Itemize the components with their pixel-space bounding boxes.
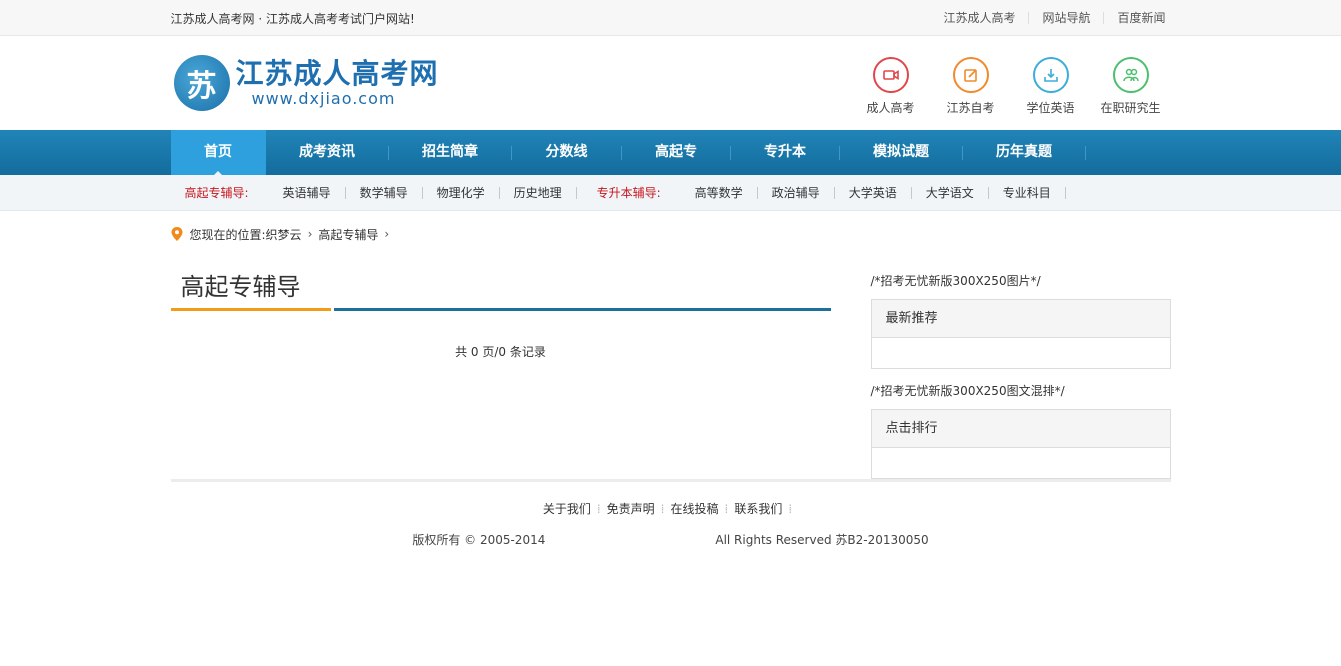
latest-recommend-box: 最新推荐 [870,299,1171,369]
box-body [871,338,1170,368]
nav-item-home[interactable]: 首页 [170,130,266,176]
nav-item-past-papers[interactable]: 历年真题 [963,130,1086,175]
logo-emblem: 苏 [173,55,230,111]
quick-link-label: 成人高考 [866,100,915,115]
box-title-ranking: 点击排行 [871,410,1170,448]
nav-item-admissions[interactable]: 招生简章 [389,130,512,175]
header: 苏 江苏成人高考网 www.dxjiao.com 成人高考 江苏自考 学位英语 … [0,36,1341,130]
copyright-text: 版权所有 © 2005-2014 [412,533,546,547]
box-body [871,448,1170,478]
subnav-item-college-english[interactable]: 大学英语 [835,187,912,199]
subnav-item-college-chinese[interactable]: 大学语文 [912,187,989,199]
site-logo[interactable]: 苏 江苏成人高考网 www.dxjiao.com [173,55,439,111]
nav-item-zhuanshengben[interactable]: 专升本 [731,130,840,175]
article-list-column: 高起专辅导 共 0 页/0 条记录 [170,271,831,479]
site-slogan: 江苏成人高考网 · 江苏成人高考考试门户网站! [170,11,415,26]
footer-link-submit[interactable]: 在线投稿 [671,502,719,516]
edit-icon [952,56,989,93]
nav-item-gaoqizhuan[interactable]: 高起专 [622,130,731,175]
top-link-baidu-news[interactable]: 百度新闻 [1103,12,1170,24]
subnav-item-history-geography[interactable]: 历史地理 [500,187,577,199]
subnav-item-major-subjects[interactable]: 专业科目 [989,187,1066,199]
section-header: 高起专辅导 [170,271,831,311]
quick-link-postgraduate[interactable]: 在职研究生 [1091,56,1171,116]
footer: 关于我们 ⁞ 免责声明 ⁞ 在线投稿 ⁞ 联系我们 ⁞ 版权所有 © 2005-2014 Al… [170,479,1171,548]
ad-placeholder-mixed: /*招考无忧新版300X250图文混排*/ [870,384,1065,398]
quick-link-adult-exam[interactable]: 成人高考 [851,56,931,116]
footer-link-about[interactable]: 关于我们 [543,502,591,516]
subnav-item-politics[interactable]: 政治辅导 [758,187,835,199]
top-link-site-nav[interactable]: 网站导航 [1028,12,1103,24]
quick-links: 成人高考 江苏自考 学位英语 在职研究生 [851,56,1171,116]
copyright: 版权所有 © 2005-2014 All Rights Reserved 苏B2… [171,531,1171,548]
ad-placeholder-image: /*招考无忧新版300X250图片*/ [870,274,1041,288]
click-ranking-box: 点击排行 [870,409,1171,479]
subnav-item-advanced-math[interactable]: 高等数学 [681,187,758,199]
quick-link-degree-english[interactable]: 学位英语 [1011,56,1091,116]
sub-nav: 高起专辅导: 英语辅导 数学辅导 物理化学 历史地理 专升本辅导: 高等数学 政… [0,175,1341,211]
footer-links: 关于我们 ⁞ 免责声明 ⁞ 在线投稿 ⁞ 联系我们 ⁞ [542,502,793,516]
footer-link-contact[interactable]: 联系我们 [734,502,782,516]
logo-title: 江苏成人高考网 [235,57,439,90]
users-icon [1112,56,1149,93]
quick-link-label: 在职研究生 [1100,100,1161,115]
rights-text: All Rights Reserved 苏B2-20130050 [715,533,929,547]
breadcrumb-prefix: 您现在的位置: [189,227,266,242]
subnav-item-physics-chemistry[interactable]: 物理化学 [423,187,500,199]
location-pin-icon [171,227,182,241]
download-icon [1032,56,1069,93]
title-underline-accent [170,308,331,311]
nav-item-scores[interactable]: 分数线 [512,130,622,175]
breadcrumb: 您现在的位置: 织梦云 › 高起专辅导 › [171,211,1171,257]
breadcrumb-link-home[interactable]: 织梦云 [266,226,302,243]
chevron-right-icon: › [384,227,390,241]
chevron-right-icon: › [307,227,313,241]
subnav-item-english[interactable]: 英语辅导 [269,187,346,199]
subnav-category-zhuanshengben: 专升本辅导: [596,186,661,200]
logo-url: www.dxjiao.com [251,89,396,108]
quick-link-self-exam[interactable]: 江苏自考 [931,56,1011,116]
footer-link-disclaimer[interactable]: 免责声明 [607,502,655,516]
breadcrumb-link-category[interactable]: 高起专辅导 [318,226,378,243]
video-icon [872,56,909,93]
pagination-info: 共 0 页/0 条记录 [455,345,546,359]
top-links: 江苏成人高考 网站导航 百度新闻 [930,12,1170,24]
top-link-jiangsu-adult-exam[interactable]: 江苏成人高考 [930,12,1028,24]
quick-link-label: 学位英语 [1026,100,1075,115]
sidebar: /*招考无忧新版300X250图片*/ 最新推荐 /*招考无忧新版300X250… [870,271,1171,479]
main-nav: 首页 成考资讯 招生简章 分数线 高起专 专升本 模拟试题 历年真题 [0,130,1341,176]
box-title-latest: 最新推荐 [871,300,1170,338]
subnav-category-gaoqizhuan: 高起专辅导: [184,186,249,200]
subnav-item-math[interactable]: 数学辅导 [346,187,423,199]
title-underline [333,308,831,311]
nav-item-news[interactable]: 成考资讯 [266,130,389,175]
top-bar: 江苏成人高考网 · 江苏成人高考考试门户网站! 江苏成人高考 网站导航 百度新闻 [0,0,1341,36]
page-title: 高起专辅导 [180,273,301,301]
main-content: 高起专辅导 共 0 页/0 条记录 /*招考无忧新版300X250图片*/ 最新… [170,271,1171,479]
nav-item-mock-tests[interactable]: 模拟试题 [840,130,963,175]
quick-link-label: 江苏自考 [946,100,995,115]
